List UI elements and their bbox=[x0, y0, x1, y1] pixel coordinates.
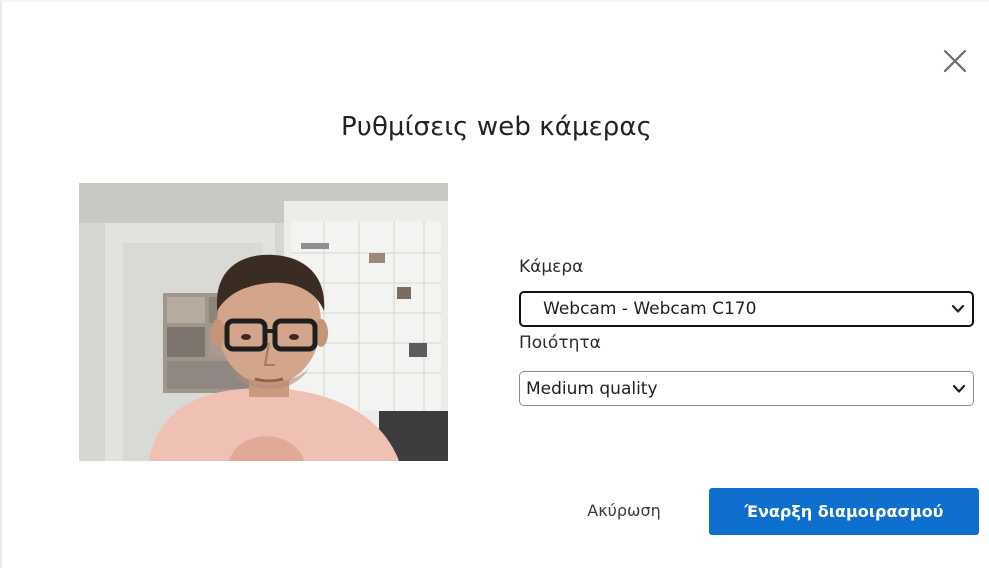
camera-select-value: Webcam - Webcam C170 bbox=[543, 299, 757, 319]
camera-label: Κάμερα bbox=[519, 257, 584, 277]
start-sharing-button[interactable]: Έναρξη διαμοιρασμού bbox=[709, 488, 979, 535]
close-button[interactable] bbox=[940, 46, 970, 76]
quality-select[interactable]: Medium quality bbox=[519, 371, 974, 406]
chevron-down-icon bbox=[952, 384, 966, 393]
webcam-settings-dialog: Ρυθμίσεις web κάμερας Κάμερα Webcam - We… bbox=[0, 0, 989, 568]
quality-label: Ποιότητα bbox=[519, 333, 601, 353]
quality-select-value: Medium quality bbox=[526, 378, 658, 399]
dialog-title: Ρυθμίσεις web κάμερας bbox=[341, 112, 652, 142]
webcam-preview bbox=[79, 183, 448, 461]
chevron-down-icon bbox=[951, 304, 965, 313]
close-icon bbox=[943, 49, 967, 73]
cancel-button[interactable]: Ακύρωση bbox=[576, 496, 672, 526]
camera-select[interactable]: Webcam - Webcam C170 bbox=[519, 291, 974, 327]
webcam-preview-image bbox=[79, 183, 448, 461]
